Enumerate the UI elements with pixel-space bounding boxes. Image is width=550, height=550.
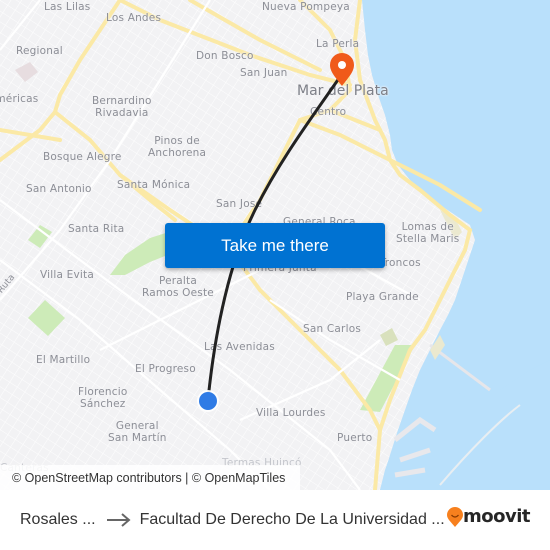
map-attribution[interactable]: © OpenStreetMap contributors | © OpenMap… (0, 465, 300, 490)
origin-stop-name: Rosales ... (20, 511, 96, 528)
destination-name: Facultad De Derecho De La Universidad ..… (139, 511, 445, 528)
moovit-wordmark: moovit (463, 506, 531, 527)
footer: Rosales ... Facultad De Derecho De La Un… (0, 490, 550, 550)
map-pin-icon (330, 53, 354, 86)
destination-marker (330, 53, 354, 86)
take-me-there-button[interactable]: Take me there (165, 223, 385, 268)
location-dot-icon (199, 392, 217, 410)
origin-marker (197, 390, 219, 412)
moovit-pin-icon (447, 506, 463, 527)
attribution-text: © OpenStreetMap contributors | © OpenMap… (12, 470, 286, 485)
arrow-right-icon (106, 513, 132, 527)
map[interactable]: Las Lilas Los Andes Nueva Pompeya Region… (0, 0, 550, 490)
moovit-logo[interactable]: moovit (447, 506, 531, 527)
